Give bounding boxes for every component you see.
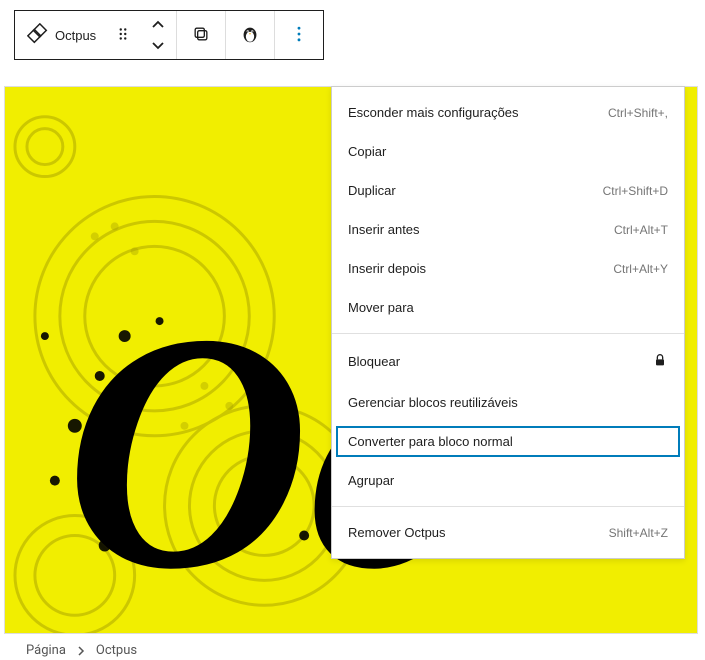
more-options-button[interactable] [275,11,323,59]
chevron-up-icon [150,20,166,30]
penguin-icon [239,23,261,48]
breadcrumb-current[interactable]: Octpus [96,643,137,658]
menu-item-shortcut: Shift+Alt+Z [609,526,668,540]
menu-hide-settings[interactable]: Esconder mais configurações Ctrl+Shift+, [332,93,684,132]
menu-item-label: Esconder mais configurações [348,105,519,120]
block-toolbar: Octpus [14,10,324,60]
breadcrumb: Página Octpus [26,643,137,658]
menu-item-label: Inserir depois [348,261,426,276]
menu-copy[interactable]: Copiar [332,132,684,171]
reusable-block-icon [27,23,49,48]
plugin-button[interactable] [226,11,274,59]
block-options-menu: Esconder mais configurações Ctrl+Shift+,… [331,86,685,559]
menu-item-label: Remover Octpus [348,525,446,540]
move-up-button[interactable] [142,15,174,35]
menu-move-to[interactable]: Mover para [332,288,684,327]
menu-section-remove: Remover Octpus Shift+Alt+Z [332,507,684,558]
menu-item-label: Duplicar [348,183,396,198]
menu-section-manage: Bloquear Gerenciar blocos reutilizáveis … [332,334,684,507]
menu-item-label: Converter para bloco normal [348,434,513,449]
menu-item-shortcut: Ctrl+Shift+D [603,184,668,198]
menu-item-label: Bloquear [348,354,400,369]
menu-item-shortcut: Ctrl+Alt+Y [613,262,668,276]
menu-item-label: Agrupar [348,473,394,488]
menu-group[interactable]: Agrupar [332,461,684,500]
block-type-button[interactable]: Octpus [15,11,106,59]
chevron-down-icon [150,40,166,50]
menu-duplicate[interactable]: Duplicar Ctrl+Shift+D [332,171,684,210]
drag-handle-icon [114,25,132,46]
menu-convert-to-regular[interactable]: Converter para bloco normal [332,422,684,461]
breadcrumb-root[interactable]: Página [26,643,66,658]
block-mover [140,15,176,55]
menu-item-label: Gerenciar blocos reutilizáveis [348,395,518,410]
copy-icon [191,24,211,47]
drag-handle-button[interactable] [106,11,140,59]
menu-item-label: Copiar [348,144,386,159]
menu-item-shortcut: Ctrl+Alt+T [614,223,668,237]
menu-remove[interactable]: Remover Octpus Shift+Alt+Z [332,513,684,552]
block-type-label: Octpus [55,28,96,43]
menu-item-shortcut: Ctrl+Shift+, [608,106,668,120]
chevron-right-icon [76,646,86,656]
menu-manage-reusable[interactable]: Gerenciar blocos reutilizáveis [332,383,684,422]
menu-section-edit: Esconder mais configurações Ctrl+Shift+,… [332,87,684,334]
menu-item-label: Inserir antes [348,222,420,237]
copy-button[interactable] [177,11,225,59]
menu-insert-before[interactable]: Inserir antes Ctrl+Alt+T [332,210,684,249]
menu-item-label: Mover para [348,300,414,315]
lock-icon [652,352,668,371]
menu-insert-after[interactable]: Inserir depois Ctrl+Alt+Y [332,249,684,288]
menu-lock[interactable]: Bloquear [332,340,684,383]
move-down-button[interactable] [142,35,174,55]
more-vertical-icon [289,24,309,47]
